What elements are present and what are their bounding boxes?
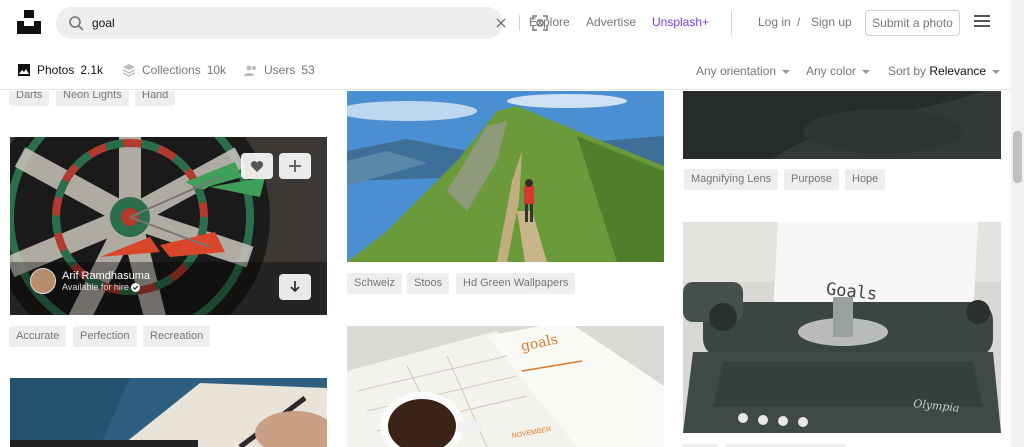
download-button[interactable] [279,274,311,300]
tag-hd-green-wallpapers[interactable]: Hd Green Wallpapers [456,273,576,294]
filter-bar: Photos 2.1k Collections 10k Users 53 Any… [0,52,1011,90]
tag-accurate[interactable]: Accurate [9,326,67,347]
orientation-dropdown-label: Any orientation [696,64,777,78]
search-input[interactable] [92,11,452,35]
planner-coffee-image: goals NOVEMBER [347,326,664,447]
nav-slash: / [797,15,801,29]
tab-users-label: Users [264,63,296,77]
nav-login[interactable]: Log in [758,15,791,29]
tag-neon-lights[interactable]: Neon Lights [56,91,129,106]
submit-photo-button[interactable]: Submit a photo [865,10,960,36]
search-icon[interactable] [68,15,84,31]
photo-writing-hand[interactable] [10,378,327,447]
color-dropdown-label: Any color [806,64,857,78]
chevron-down-icon [862,69,871,74]
photo-dartboard[interactable]: Arif Ramdhasuma Available for hire [10,137,327,315]
heart-icon [250,160,264,172]
avatar[interactable] [30,268,56,294]
search-divider [519,15,520,31]
tag-hand[interactable]: Hand [135,91,176,106]
tag-magnifying-lens[interactable]: Magnifying Lens [684,169,779,190]
tag-hope[interactable]: Hope [845,169,886,190]
scrollbar-thumb[interactable] [1013,131,1022,183]
nav-signup[interactable]: Sign up [811,15,852,29]
close-icon[interactable] [494,16,508,30]
dark-lens-image [683,91,1001,159]
unsplash-logo-icon[interactable] [17,10,41,34]
chevron-down-icon [782,69,791,74]
color-dropdown[interactable]: Any color [806,64,871,78]
photo-author[interactable]: Arif Ramdhasuma Available for hire [30,268,150,294]
author-name[interactable]: Arif Ramdhasuma [62,270,150,282]
tab-users-count: 53 [301,63,315,77]
add-to-collection-button[interactable] [279,153,311,179]
tag-perfection[interactable]: Perfection [73,326,137,347]
tab-photos-count: 2.1k [80,63,104,77]
photo-feed: Darts Neon Lights Hand Arif Ramdhasuma A… [0,91,1011,447]
top-header: Explore Advertise Unsplash+ Log in / Sig… [0,0,1011,45]
nav-unsplash-plus[interactable]: Unsplash+ [652,15,709,29]
sort-value: Relevance [929,64,987,78]
sort-dropdown[interactable]: Sort by Relevance [888,64,1001,78]
photo-mountain-hike[interactable] [347,91,664,262]
plus-icon [289,160,301,172]
mountain-hike-image [347,91,664,262]
writing-hand-image [10,378,327,447]
tag-recreation[interactable]: Recreation [143,326,211,347]
tab-photos-label: Photos [37,63,75,77]
tab-collections-count: 10k [206,63,227,77]
photo-icon [18,64,30,76]
author-status: Available for hire [62,281,150,293]
tab-users[interactable]: Users 53 [244,63,315,77]
photo-planner-coffee[interactable]: goals NOVEMBER [347,326,664,447]
typewriter-image: Olympia [683,222,1001,433]
tag-purpose[interactable]: Purpose [784,169,839,190]
tag-schweiz[interactable]: Schweiz [347,273,402,294]
nav-explore[interactable]: Explore [529,15,570,29]
users-icon [244,65,256,76]
nav-divider [731,11,732,35]
hamburger-icon[interactable] [974,15,990,29]
verified-check-icon [131,283,141,293]
tag-darts[interactable]: Darts [9,91,50,106]
collections-icon [122,64,136,77]
author-status-text: Available for hire [62,281,129,292]
scrollbar-track[interactable] [1011,0,1024,447]
chevron-down-icon [992,69,1001,74]
tab-collections[interactable]: Collections 10k [122,63,226,77]
tab-collections-label: Collections [142,63,201,77]
tab-photos[interactable]: Photos 2.1k [17,63,103,77]
nav-advertise[interactable]: Advertise [586,15,636,29]
like-button[interactable] [241,153,273,179]
download-icon [290,281,300,293]
tag-stoos[interactable]: Stoos [407,273,450,294]
photo-typewriter-goals[interactable]: Olympia Goals [683,222,1001,433]
orientation-dropdown[interactable]: Any orientation [696,64,791,78]
photo-dark-lens[interactable] [683,91,1001,159]
search-bar[interactable] [56,7,548,39]
sort-prefix: Sort by [888,64,927,78]
